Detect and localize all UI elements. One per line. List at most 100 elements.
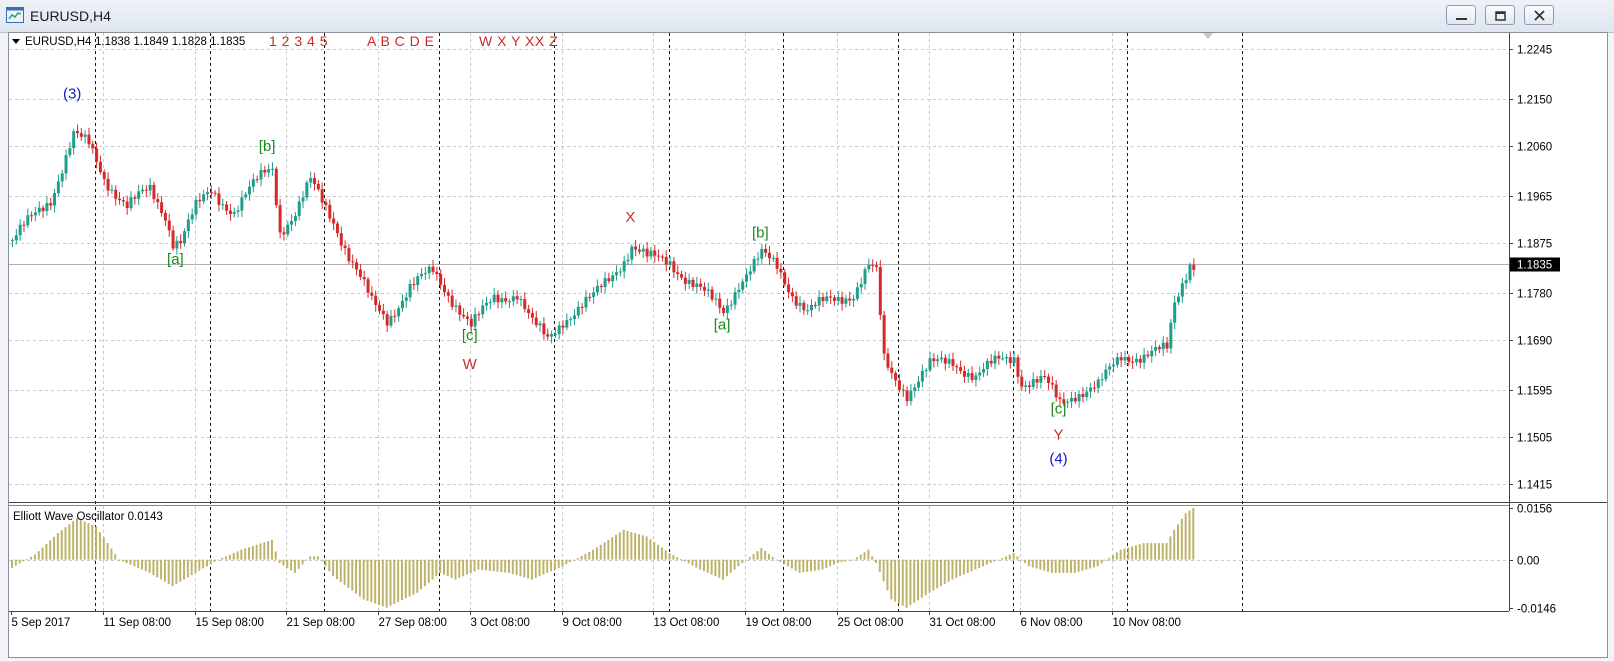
bull-candle — [741, 281, 745, 290]
oscillator-bar — [1104, 559, 1107, 561]
restore-button[interactable] — [1485, 5, 1515, 25]
bull-candle — [186, 219, 190, 232]
oscillator-bar — [530, 559, 533, 580]
oscillator-bar — [1073, 559, 1076, 573]
wave-label[interactable]: X — [625, 209, 635, 226]
bear-candle — [874, 265, 878, 268]
bull-candle — [1004, 357, 1008, 359]
bear-candle — [1058, 397, 1062, 400]
bear-candle — [657, 255, 661, 257]
bull-candle — [985, 360, 989, 369]
bull-candle — [423, 273, 427, 275]
bear-candle — [163, 212, 167, 221]
oscillator-bar — [454, 559, 457, 580]
wave-label[interactable]: [b] — [259, 138, 276, 155]
bear-candle — [871, 264, 875, 266]
bear-candle — [1043, 376, 1047, 378]
oscillator-bar — [615, 534, 618, 560]
bull-candle — [26, 215, 30, 226]
bull-candle — [611, 275, 615, 282]
oscillator-bar — [1062, 559, 1065, 573]
bull-candle — [251, 179, 255, 187]
oscillator-bar — [305, 559, 308, 561]
oscillator-bar — [1085, 559, 1088, 570]
oscillator-bar — [676, 557, 679, 560]
bull-candle — [752, 259, 756, 272]
wave-label[interactable]: (3) — [63, 86, 81, 103]
wave-label[interactable]: W — [463, 356, 478, 373]
oscillator-bar — [840, 559, 843, 563]
oscillator-bar — [198, 559, 201, 571]
wave-label[interactable]: [a] — [167, 251, 184, 268]
oscillator-bar — [370, 559, 373, 603]
bull-candle — [695, 283, 699, 288]
oscillator-bar — [316, 556, 319, 560]
bear-candle — [905, 390, 909, 402]
main-pane[interactable] — [9, 33, 1509, 500]
bull-candle — [267, 169, 271, 173]
bear-candle — [897, 380, 901, 390]
oscillator-bar — [397, 559, 400, 603]
wave-label[interactable]: (4) — [1049, 450, 1067, 467]
bull-candle — [771, 257, 775, 259]
oscillator-bar — [622, 529, 625, 560]
wave-label[interactable]: [a] — [714, 316, 731, 333]
price-chart[interactable]: (3) [b] [a] [c] W X [b] [a] [c] Y (4) 1.2245 1.2150… — [9, 33, 1607, 657]
bear-candle — [22, 224, 26, 226]
bull-candle — [1096, 379, 1100, 389]
wave-label[interactable]: [c] — [1051, 400, 1067, 417]
wave-tool-impulse[interactable]: 1 2 3 4 5 — [269, 33, 328, 49]
oscillator-bar — [95, 526, 98, 560]
oscillator-bar — [798, 559, 801, 573]
close-button[interactable] — [1524, 5, 1554, 25]
minimize-button[interactable] — [1446, 5, 1476, 25]
oscillator-bar — [546, 559, 549, 573]
wave-tool-complex[interactable]: W X Y XX Z — [479, 33, 558, 49]
oscillator-bar — [442, 559, 445, 575]
bear-candle — [332, 218, 336, 224]
bear-candle — [1008, 357, 1012, 364]
oscillator-bar — [1008, 554, 1011, 560]
oscillator-bar — [672, 555, 675, 560]
bear-candle — [783, 272, 787, 285]
bear-candle — [450, 295, 454, 307]
wave-label[interactable]: Y — [1053, 427, 1063, 444]
oscillator-bar — [179, 559, 182, 582]
oscillator-bar — [515, 559, 518, 576]
wave-label[interactable]: [b] — [752, 225, 769, 242]
bear-candle — [1138, 358, 1142, 363]
oscillator-bar — [645, 536, 648, 560]
oscillator-bar — [1177, 524, 1180, 560]
chart-area[interactable]: (3) [b] [a] [c] W X [b] [a] [c] Y (4) 1.2245 1.2150… — [8, 32, 1608, 658]
oscillator-bar — [718, 559, 721, 578]
bull-candle — [72, 131, 76, 149]
oscillator-bar — [939, 559, 942, 587]
oscillator-bar — [400, 559, 403, 601]
bear-candle — [263, 169, 267, 173]
bear-candle — [79, 133, 83, 137]
bear-candle — [198, 199, 202, 202]
bear-candle — [343, 245, 347, 249]
oscillator-bar — [928, 559, 931, 593]
time-tick-label: 5 Sep 2017 — [12, 617, 71, 629]
bear-candle — [255, 179, 259, 181]
wave-tool-correction[interactable]: A B C D E — [367, 33, 435, 49]
oscillator-bar — [347, 559, 350, 588]
title-bar[interactable]: EURUSD,H4 — [0, 0, 1614, 33]
bull-candle — [557, 325, 561, 335]
oscillator-bar — [492, 559, 495, 572]
oscillator-bar — [745, 559, 748, 561]
oscillator-bar — [1089, 559, 1092, 569]
bull-candle — [1085, 391, 1089, 397]
oscillator-bar — [664, 550, 667, 560]
oscillator-bar — [874, 559, 877, 563]
bear-candle — [1016, 357, 1020, 377]
wave-label[interactable]: [c] — [462, 327, 478, 344]
oscillator-bar — [118, 559, 121, 561]
oscillator-bar — [565, 559, 568, 565]
bear-candle — [160, 202, 164, 213]
bull-candle — [485, 302, 489, 306]
bear-candle — [385, 314, 389, 326]
bull-candle — [622, 261, 626, 272]
bull-candle — [454, 305, 458, 307]
